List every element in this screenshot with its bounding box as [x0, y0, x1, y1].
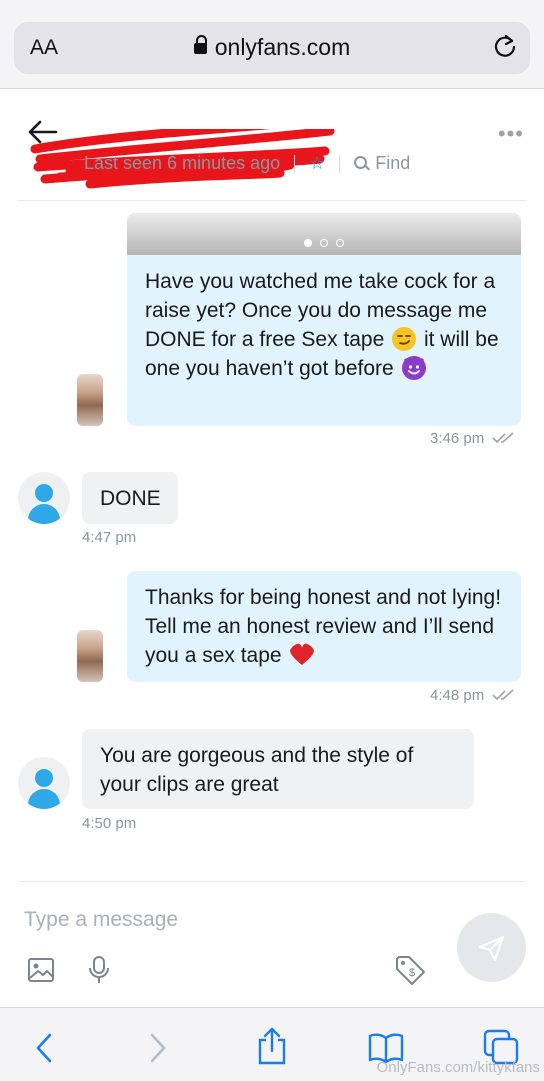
message-timestamp: 4:50 pm [82, 815, 136, 832]
image-icon[interactable] [27, 956, 55, 984]
star-icon[interactable]: ☆ [309, 153, 325, 174]
user-avatar[interactable] [18, 757, 70, 809]
share-icon[interactable] [256, 1026, 288, 1066]
message-timestamp: 3:46 pm [430, 430, 516, 447]
address-bar[interactable]: AA onlyfans.com [14, 22, 530, 74]
chevron-right-icon[interactable] [148, 1032, 168, 1064]
red-heart-emoji-icon [290, 643, 315, 665]
send-button[interactable] [457, 913, 526, 982]
divider [294, 154, 296, 173]
browser-top-bar: AA onlyfans.com [0, 0, 544, 89]
url-display[interactable]: onlyfans.com [14, 34, 530, 61]
message-bubble-incoming: DONE [82, 472, 178, 524]
message-timestamp: 4:48 pm [430, 687, 516, 704]
message-timestamp: 4:47 pm [82, 529, 136, 546]
watermark-text: OnlyFans.com/kittykfans [376, 1059, 540, 1076]
message-text: DONE [100, 487, 161, 510]
divider [18, 200, 526, 201]
chat-header: ••• Last seen 6 minutes ago ☆ Find [0, 89, 544, 201]
url-text: onlyfans.com [214, 34, 351, 60]
divider [339, 154, 341, 173]
smiling-devil-emoji-icon [401, 356, 426, 380]
media-carousel[interactable] [127, 213, 521, 255]
timestamp-text: 4:50 pm [82, 815, 137, 832]
read-receipt-icon [492, 432, 514, 444]
microphone-icon[interactable] [88, 955, 110, 985]
reload-icon[interactable] [492, 33, 518, 59]
lock-icon [193, 35, 207, 54]
more-options-icon[interactable]: ••• [498, 121, 524, 147]
find-label: Find [375, 153, 411, 173]
carousel-dot [320, 239, 328, 247]
message-bubble-outgoing: Have you watched me take cock for a rais… [127, 255, 521, 426]
carousel-indicator [127, 234, 521, 252]
last-seen-status: Last seen 6 minutes ago [84, 153, 281, 173]
message-text: You are gorgeous and the style of your c… [100, 744, 414, 796]
user-avatar[interactable] [18, 472, 70, 524]
avatar-head [35, 769, 53, 787]
sender-avatar[interactable] [77, 374, 103, 426]
message-bubble-incoming: You are gorgeous and the style of your c… [82, 729, 474, 809]
search-icon [354, 156, 368, 169]
price-tag-icon[interactable]: $ [394, 954, 426, 986]
read-receipt-icon [492, 689, 514, 701]
message-input[interactable]: Type a message [24, 908, 178, 932]
sender-avatar[interactable] [77, 630, 103, 682]
send-icon [478, 935, 505, 962]
timestamp-text: 4:48 pm [430, 687, 485, 704]
smirking-face-emoji-icon [392, 327, 417, 351]
message-bubble-outgoing: Thanks for being honest and not lying! T… [127, 571, 521, 682]
carousel-dot [304, 239, 312, 247]
avatar-body [28, 789, 60, 809]
chat-subheader: Last seen 6 minutes ago ☆ Find [84, 153, 410, 174]
carousel-dot [336, 239, 344, 247]
divider [18, 881, 526, 882]
svg-text:$: $ [409, 967, 415, 979]
timestamp-text: 4:47 pm [82, 529, 137, 546]
avatar-body [28, 504, 60, 524]
chevron-left-icon[interactable] [34, 1032, 54, 1064]
message-text: Thanks for being honest and not lying! T… [145, 586, 502, 667]
avatar-head [35, 484, 53, 502]
find-button[interactable]: Find [354, 153, 410, 174]
timestamp-text: 3:46 pm [430, 430, 485, 447]
